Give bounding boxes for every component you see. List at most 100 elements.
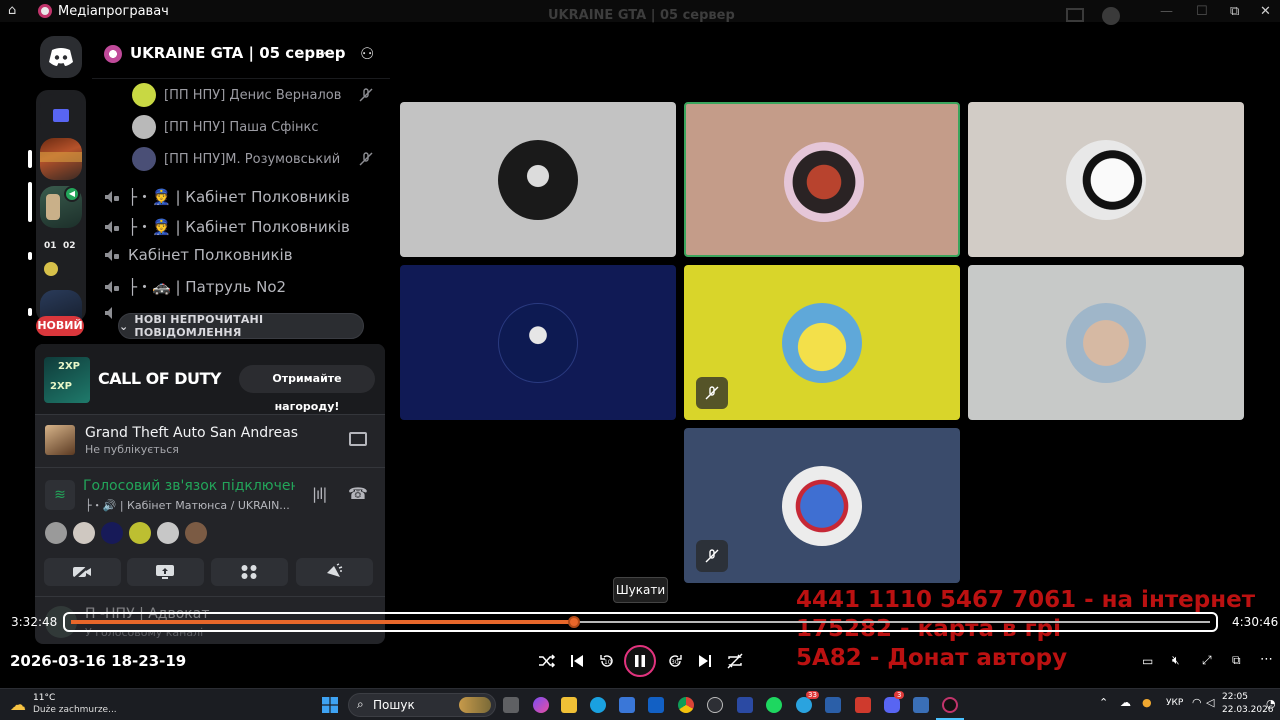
share-screen-button[interactable]	[127, 558, 204, 586]
participant-avatar[interactable]	[45, 522, 67, 544]
taskbar-search[interactable]: ⌕ Пошук	[348, 693, 496, 717]
claim-reward-button[interactable]: Отримайте нагороду!	[239, 365, 375, 413]
participant-tile-speaking[interactable]	[684, 102, 960, 257]
notifications-icon[interactable]: ◔	[1266, 697, 1276, 710]
task-view-icon[interactable]	[503, 697, 519, 713]
activities-button[interactable]	[211, 558, 288, 586]
skip-back-10-icon[interactable]: 10	[598, 653, 616, 669]
previous-icon[interactable]	[568, 653, 586, 669]
chrome-icon[interactable]	[678, 697, 694, 713]
search-icon: ⌕	[357, 697, 364, 711]
telegram-icon[interactable]	[796, 697, 812, 713]
more-options-icon[interactable]: ⋯	[1260, 652, 1273, 667]
fullscreen-icon[interactable]: ⤢	[1202, 653, 1212, 668]
connection-signal-icon[interactable]: ≋	[45, 480, 75, 510]
participant-tile[interactable]	[400, 102, 676, 257]
folder-icon[interactable]	[40, 94, 82, 136]
skip-forward-30-icon[interactable]: 30	[666, 653, 684, 669]
app-icon[interactable]	[855, 697, 871, 713]
speaker-locked-icon	[105, 280, 119, 293]
participant-tile[interactable]	[400, 265, 676, 420]
participant-avatar[interactable]	[101, 522, 123, 544]
copilot-icon[interactable]	[533, 697, 549, 713]
participant-avatar[interactable]	[157, 522, 179, 544]
cloud-icon[interactable]: ☁	[1120, 696, 1131, 709]
participant-tile[interactable]	[684, 265, 960, 420]
voice-channel[interactable]: ├・👮 | Кабінет Полковників	[104, 216, 350, 237]
recorded-window-title: UKRAINE GTA | 05 сервер	[548, 8, 735, 23]
divider	[35, 467, 385, 468]
call-of-duty-banner[interactable]: 2XP 2XP CALL OF DUTY Отримайте нагороду!	[35, 344, 385, 414]
language-indicator[interactable]: УКР	[1166, 698, 1183, 708]
weather-icon[interactable]: ☁	[10, 695, 26, 714]
participant-tile[interactable]	[968, 265, 1244, 420]
server-matching-tile[interactable]	[40, 138, 82, 180]
search-highlight-image	[459, 697, 491, 713]
voice-connected-status[interactable]: Голосовий зв'язок підключено	[83, 478, 295, 494]
voice-member[interactable]: [ПП НПУ]М. Розумовський	[132, 146, 382, 172]
outlook-icon[interactable]	[648, 697, 664, 713]
stream-game-icon[interactable]	[349, 432, 367, 446]
spotify-icon[interactable]	[766, 697, 782, 713]
overlay-line: 4441 1110 5467 7061 - на інтернет	[796, 587, 1256, 613]
member-name: [ПП НПУ]М. Розумовський	[164, 151, 341, 167]
participant-avatar[interactable]	[73, 522, 95, 544]
participant-avatar	[784, 142, 864, 222]
voice-channel[interactable]: Кабінет Полковників	[104, 246, 293, 264]
participant-avatar[interactable]	[129, 522, 151, 544]
media-player-taskbar-icon[interactable]	[942, 697, 958, 713]
app-icon[interactable]	[737, 697, 753, 713]
participant-tile[interactable]	[968, 102, 1244, 257]
microphone-icon[interactable]: ●	[1142, 696, 1152, 709]
voice-channel[interactable]: ├・🚓 | Патруль No2	[104, 276, 286, 297]
chevron-down-icon: ⌄	[119, 319, 129, 333]
next-icon[interactable]	[696, 653, 714, 669]
repeat-off-icon[interactable]	[726, 653, 744, 669]
svg-text:10: 10	[604, 659, 612, 666]
home-icon[interactable]: ⌂	[8, 3, 16, 18]
pip-icon[interactable]: ⧉	[1230, 4, 1239, 19]
wifi-icon[interactable]: ◠	[1192, 696, 1202, 709]
new-unread-messages-button[interactable]: ⌄ НОВІ НЕПРОЧИТАНІ ПОВІДОМЛЕННЯ	[118, 313, 364, 339]
noise-suppression-icon[interactable]: |ıl|	[312, 485, 327, 503]
camera-off-button[interactable]	[44, 558, 121, 586]
server-group-tile[interactable]: 01 02	[40, 238, 82, 280]
soundboard-button[interactable]	[296, 558, 373, 586]
chevron-up-icon[interactable]: ⌃	[1099, 696, 1108, 709]
participant-avatar[interactable]	[185, 522, 207, 544]
windows-start-icon[interactable]	[322, 697, 338, 713]
server-tile-label: 01	[44, 241, 57, 251]
edge-icon[interactable]	[590, 697, 606, 713]
media-player-app-icon	[38, 4, 52, 18]
voice-channel[interactable]: ├・👮 | Кабінет Полковників	[104, 186, 350, 207]
volume-muted-icon[interactable]: 🔇︎	[1172, 653, 1180, 668]
invite-people-icon[interactable]: ⚇	[360, 44, 374, 63]
subtitles-icon[interactable]: ▭	[1142, 654, 1153, 668]
participant-tile[interactable]	[684, 428, 960, 583]
close-icon[interactable]: ✕	[1260, 4, 1271, 19]
soundboard-icon	[327, 563, 343, 577]
seek-handle[interactable]	[568, 616, 580, 628]
file-explorer-icon[interactable]	[561, 697, 577, 713]
app-icon[interactable]	[913, 697, 929, 713]
voice-member[interactable]: [ПП НПУ] Денис Верналов	[132, 82, 382, 108]
clock-time[interactable]: 22:05	[1222, 692, 1248, 702]
voice-channel-link[interactable]: ├・🔊 | Кабінет Матюнса / UKRAIN...	[85, 497, 297, 513]
volume-icon[interactable]: ◁	[1206, 696, 1214, 709]
chevron-down-icon[interactable]: ⌄	[318, 44, 328, 58]
voice-member[interactable]: [ПП НПУ] Паша Сфінкс	[132, 114, 382, 140]
discord-home-button[interactable]	[40, 36, 82, 78]
pause-button[interactable]	[624, 645, 656, 677]
store-icon[interactable]	[619, 697, 635, 713]
time-elapsed: 3:32:48	[11, 615, 58, 629]
vscode-icon[interactable]	[825, 697, 841, 713]
shuffle-icon[interactable]	[538, 653, 556, 669]
miniplayer-icon[interactable]: ⧉	[1232, 653, 1241, 668]
github-icon[interactable]	[707, 697, 723, 713]
seek-bar[interactable]	[63, 612, 1218, 632]
server-name[interactable]: UKRAINE GTA | 05 сервер	[130, 44, 346, 62]
discord-taskbar-icon[interactable]	[884, 697, 900, 713]
disconnect-icon[interactable]: ☎	[348, 484, 368, 503]
game-status: Не публікується	[85, 443, 179, 456]
recording-timestamp: 2026-03-16 18-23-19	[10, 652, 187, 670]
